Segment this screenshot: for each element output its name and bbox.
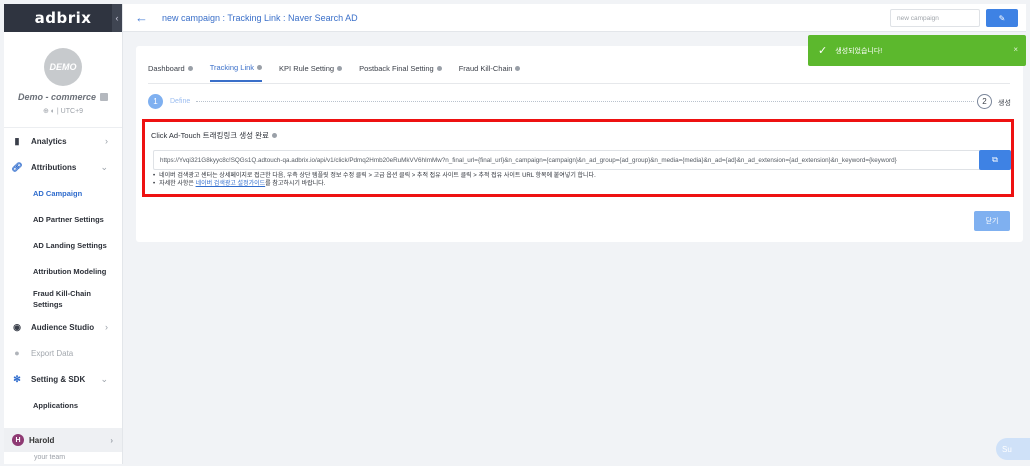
- sidebar-item-label: Attributions: [31, 162, 77, 172]
- toast-message: 생성되었습니다!: [835, 47, 883, 55]
- support-label: Su: [1002, 444, 1012, 454]
- back-arrow-icon[interactable]: ←: [135, 10, 148, 25]
- chevron-down-icon: ⌄: [100, 373, 108, 384]
- copy-icon: ⧉: [992, 155, 998, 164]
- sidebar-item-analytics[interactable]: ▮ Analytics ›: [4, 128, 122, 154]
- step-1-label: Define: [170, 98, 191, 105]
- tracking-link-card: Dashboard Tracking Link KPI Rule Setting…: [136, 46, 1023, 242]
- tab-tracking-link[interactable]: Tracking Link: [209, 63, 263, 82]
- chevron-right-icon: ›: [105, 136, 108, 146]
- user-name: Harold: [29, 435, 55, 445]
- chevron-right-icon: ›: [105, 322, 108, 332]
- info-icon: [187, 66, 193, 71]
- naver-guide-link[interactable]: 네이버 검색광고 설정가이드: [196, 181, 266, 187]
- sidebar-item-label: Export Data: [31, 348, 74, 358]
- copy-url-button[interactable]: ⧉: [979, 150, 1011, 170]
- sidebar-item-export-data[interactable]: ● Export Data: [4, 340, 122, 366]
- app-switch-icon[interactable]: [100, 93, 109, 101]
- analytics-icon: ▮: [14, 135, 20, 146]
- team-label: your team: [34, 454, 66, 461]
- sidebar-item-attributions[interactable]: 🔗︎ Attributions ⌄: [4, 154, 122, 180]
- chevron-right-icon: ›: [110, 435, 113, 445]
- guide-note-text: 를 참고하시기 바랍니다.: [265, 181, 326, 187]
- collapse-sidebar-icon[interactable]: ‹: [112, 4, 122, 32]
- support-button[interactable]: Su: [996, 438, 1030, 460]
- tab-label: Postback Final Setting: [359, 64, 434, 73]
- sidebar-item-setting-sdk[interactable]: ✻ Setting & SDK ⌄: [4, 366, 122, 392]
- guide-notes: 네이버 검색광고 센터는 상세페이지로 접근한 다음, 우측 상단 템플릿 정보…: [153, 172, 596, 188]
- sidebar-item-fraud-kill-chain[interactable]: Fraud Kill-Chain Settings: [4, 284, 122, 314]
- platform-timezone: ⊕ ◐ | UTC+9: [42, 108, 84, 115]
- app-profile: DEMO Demo - commerce ⊕ ◐ | UTC+9: [4, 32, 122, 128]
- tab-kpi-rule-setting[interactable]: KPI Rule Setting: [279, 63, 343, 82]
- step-1-indicator: 1: [148, 94, 163, 109]
- sidebar-scrollbar[interactable]: [122, 38, 123, 354]
- gear-icon: ✻: [13, 373, 21, 384]
- campaign-tabs: Dashboard Tracking Link KPI Rule Setting…: [148, 63, 537, 82]
- guide-note-text: 자세한 사항은: [159, 181, 194, 187]
- link-icon: 🔗︎: [11, 161, 23, 172]
- tabs-divider: [148, 83, 1010, 84]
- sidebar-item-attribution-modeling[interactable]: Attribution Modeling: [4, 258, 122, 284]
- campaign-name-input[interactable]: new campaign: [890, 9, 980, 27]
- app-avatar: DEMO: [44, 48, 82, 86]
- step-2-indicator: 2: [977, 94, 992, 109]
- info-icon: [271, 133, 277, 138]
- sidebar: adbrix ‹ DEMO Demo - commerce ⊕ ◐ | UTC+…: [4, 4, 123, 464]
- pencil-icon: ✎: [998, 13, 1006, 23]
- sidebar-item-ad-landing-settings[interactable]: AD Landing Settings: [4, 232, 122, 258]
- tab-label: Fraud Kill-Chain: [458, 64, 513, 73]
- sidebar-item-label: Audience Studio: [31, 322, 95, 332]
- tab-fraud-kill-chain[interactable]: Fraud Kill-Chain: [459, 63, 521, 82]
- sidebar-item-label: Setting & SDK: [31, 374, 86, 384]
- close-button[interactable]: 닫기: [974, 211, 1010, 231]
- app-root: adbrix ‹ DEMO Demo - commerce ⊕ ◐ | UTC+…: [0, 0, 1030, 466]
- panel-title-text: Click Ad-Touch 트래킹링크 생성 완료: [151, 131, 269, 140]
- tracking-link-result-panel: Click Ad-Touch 트래킹링크 생성 완료 https://Yvqi3…: [142, 119, 1014, 197]
- guide-note-text: 네이버 검색광고 센터는 상세페이지로 접근한 다음, 우측 상단 템플릿 정보…: [159, 173, 596, 179]
- top-bar: ← new campaign : Tracking Link : Naver S…: [123, 4, 1026, 32]
- company-name[interactable]: Demo - commerce: [17, 92, 109, 102]
- panel-title: Click Ad-Touch 트래킹링크 생성 완료: [151, 130, 277, 141]
- company-label: Demo - commerce: [17, 92, 97, 102]
- sidebar-item-audience-studio[interactable]: ◉ Audience Studio ›: [4, 314, 122, 340]
- user-menu[interactable]: H Harold ›: [4, 428, 122, 452]
- edit-campaign-button[interactable]: ✎: [986, 9, 1018, 27]
- sidebar-nav: ▮ Analytics › 🔗︎ Attributions ⌄ AD Campa…: [4, 128, 122, 418]
- tracking-url-field[interactable]: https://Yvqi321G8kyyc8c!SQGs1Q.adtouch-q…: [153, 150, 981, 170]
- chevron-down-icon: ⌄: [100, 161, 108, 172]
- sidebar-item-label: Analytics: [31, 136, 67, 146]
- sidebar-item-applications[interactable]: Applications: [4, 392, 122, 418]
- sidebar-item-label: Fraud Kill-Chain: [33, 289, 91, 298]
- step-progress-line: [196, 101, 974, 102]
- check-icon: ✓: [818, 45, 828, 57]
- export-icon: ●: [14, 348, 20, 358]
- page-title: new campaign : Tracking Link : Naver Sea…: [162, 12, 358, 23]
- user-avatar: H: [12, 434, 24, 446]
- tab-postback-final-setting[interactable]: Postback Final Setting: [359, 63, 442, 82]
- sidebar-item-label: Settings: [33, 300, 63, 309]
- info-icon: [436, 66, 442, 71]
- sidebar-item-ad-partner-settings[interactable]: AD Partner Settings: [4, 206, 122, 232]
- sidebar-item-ad-campaign[interactable]: AD Campaign: [4, 180, 122, 206]
- success-toast: ✓ 생성되었습니다! ×: [808, 35, 1026, 66]
- tab-dashboard[interactable]: Dashboard: [148, 63, 193, 82]
- guide-note: 네이버 검색광고 센터는 상세페이지로 접근한 다음, 우측 상단 템플릿 정보…: [153, 172, 596, 180]
- tab-label: KPI Rule Setting: [279, 64, 335, 73]
- info-icon: [257, 65, 263, 70]
- info-icon: [337, 66, 343, 71]
- audience-icon: ◉: [13, 321, 21, 332]
- guide-note: 자세한 사항은 네이버 검색광고 설정가이드를 참고하시기 바랍니다.: [153, 180, 596, 188]
- logo-bar: adbrix ‹: [4, 4, 122, 32]
- adbrix-logo[interactable]: adbrix: [35, 9, 92, 27]
- tab-label: Tracking Link: [209, 63, 255, 72]
- info-icon: [515, 66, 521, 71]
- step-2-label: 생성: [998, 100, 1011, 107]
- tab-label: Dashboard: [148, 64, 185, 73]
- close-icon[interactable]: ×: [1013, 45, 1018, 54]
